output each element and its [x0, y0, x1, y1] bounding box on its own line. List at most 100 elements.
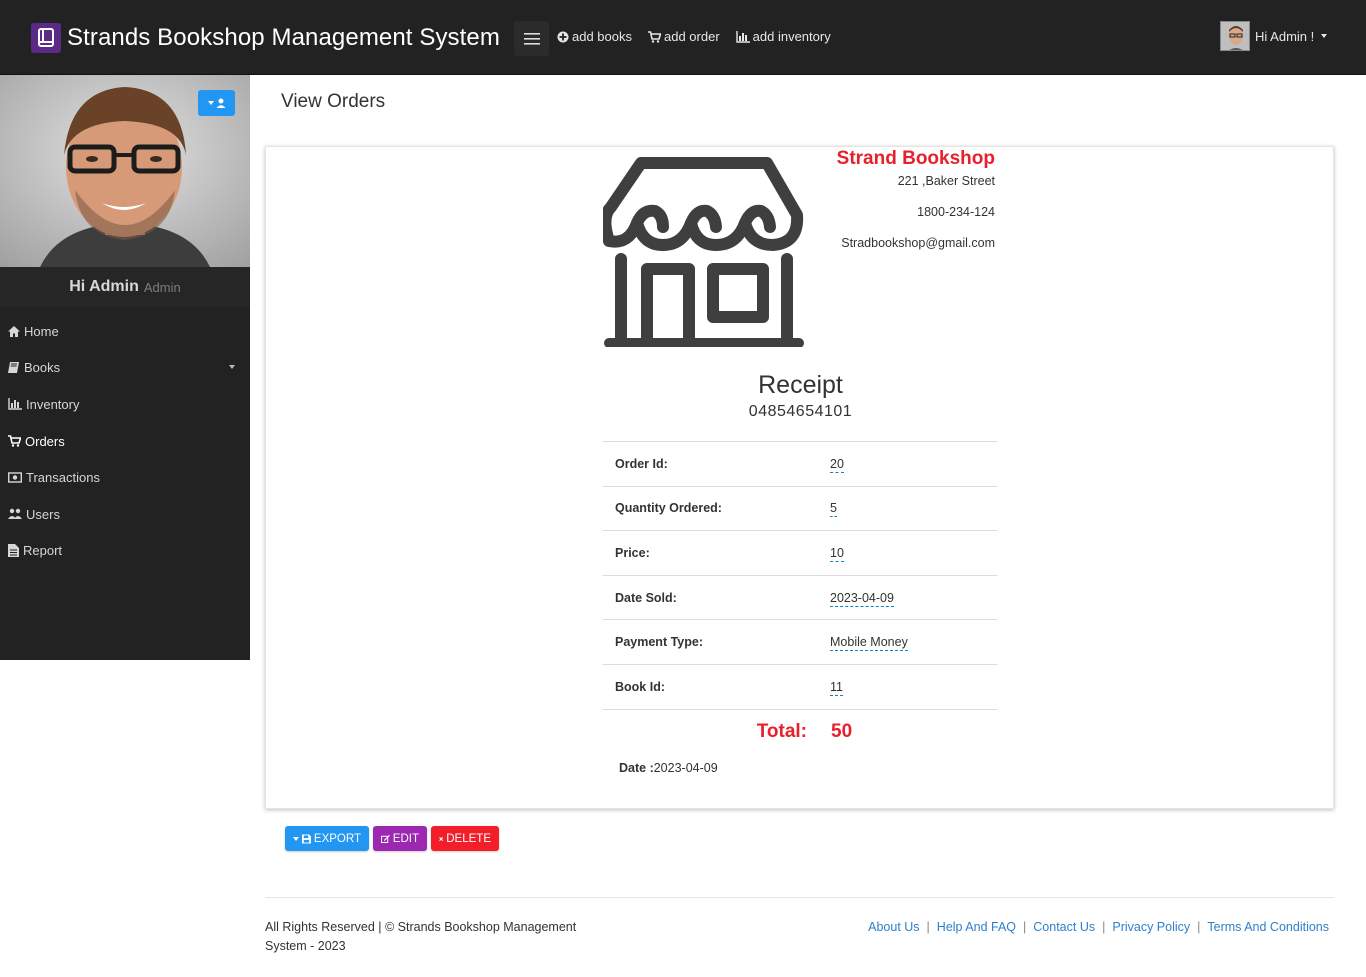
date-sold-label: Date Sold:: [615, 590, 677, 605]
chevron-down-icon: [1321, 34, 1328, 38]
nav-add-order[interactable]: add order: [648, 29, 720, 44]
sidebar-item-label: Report: [23, 543, 63, 559]
shop-email: Stradbookshop@gmail.com: [841, 236, 995, 250]
footer-separator: |: [1102, 920, 1106, 934]
sidebar-item-users[interactable]: Users: [0, 496, 250, 533]
footer-link-contact[interactable]: Contact Us: [1033, 918, 1095, 937]
price-value[interactable]: 10: [830, 545, 844, 562]
table-row: Quantity Ordered: 5: [603, 486, 997, 531]
order-details-table: Order Id: 20 Quantity Ordered: 5 Price: …: [603, 441, 997, 710]
top-navbar: Strands Bookshop Management System add b…: [0, 0, 1366, 75]
table-row: Date Sold: 2023-04-09: [603, 575, 997, 620]
footer-separator: |: [926, 920, 930, 934]
book-id-value[interactable]: 11: [830, 679, 843, 696]
sidebar-item-label: Users: [26, 506, 60, 522]
order-id-label: Order Id:: [615, 456, 668, 471]
nav-add-inventory[interactable]: add inventory: [735, 29, 831, 44]
footer-separator: |: [1023, 920, 1027, 934]
footer-link-about[interactable]: About Us: [868, 918, 919, 937]
shop-phone: 1800-234-124: [917, 205, 995, 219]
brand[interactable]: Strands Bookshop Management System: [31, 23, 500, 53]
receipt-card: Strand Bookshop 221 ,Baker Street 1800-2…: [265, 146, 1334, 809]
table-row: Price: 10: [603, 530, 997, 576]
nav-add-order-label: add order: [664, 29, 720, 44]
edit-icon: [381, 834, 390, 843]
nav-add-inventory-label: add inventory: [752, 29, 831, 44]
sidebar-item-home[interactable]: Home: [0, 313, 250, 350]
cart-icon: [648, 30, 661, 43]
user-greeting: Hi Admin !: [1255, 28, 1315, 44]
book-logo-icon: [31, 23, 61, 53]
footer-divider: [265, 897, 1334, 898]
home-icon: [8, 325, 20, 337]
sidebar-item-books[interactable]: Books: [0, 350, 250, 387]
profile-name: Hi Admin Admin: [0, 267, 250, 307]
money-icon: [8, 472, 22, 483]
caret-down-icon: [293, 836, 299, 841]
table-row: Order Id: 20: [603, 441, 997, 487]
receipt-date: Date :2023-04-09: [619, 761, 718, 775]
sidebar-item-inventory[interactable]: Inventory: [0, 386, 250, 423]
bar-chart-icon: [735, 30, 750, 43]
app-title: Strands Bookshop Management System: [67, 24, 500, 51]
profile-options-button[interactable]: [198, 90, 235, 116]
menu-toggle-button[interactable]: [514, 21, 549, 56]
payment-type-label: Payment Type:: [615, 635, 703, 650]
receipt-actions: EXPORT EDIT DELETE: [285, 826, 499, 851]
sidebar-item-label: Transactions: [26, 470, 100, 486]
payment-type-value[interactable]: Mobile Money: [830, 635, 908, 652]
receipt-date-label: Date :: [619, 761, 654, 775]
export-button[interactable]: EXPORT: [285, 826, 369, 851]
users-icon: [8, 509, 22, 520]
nav-add-books[interactable]: add books: [557, 29, 632, 44]
hamburger-icon: [523, 32, 540, 45]
footer-link-help[interactable]: Help And FAQ: [937, 918, 1016, 937]
price-label: Price:: [615, 545, 650, 560]
book-icon: [8, 361, 19, 373]
shop-name: Strand Bookshop: [836, 148, 995, 169]
nav-add-books-label: add books: [572, 29, 632, 44]
table-row: Book Id: 11: [603, 664, 997, 710]
footer-link-terms[interactable]: Terms And Conditions: [1207, 918, 1329, 937]
user-menu[interactable]: Hi Admin !: [1220, 21, 1328, 51]
cart-icon: [8, 435, 21, 447]
chevron-down-icon: [229, 364, 235, 369]
sidebar-item-label: Home: [24, 323, 59, 339]
footer-links: About Us | Help And FAQ | Contact Us | P…: [868, 918, 1329, 937]
store-icon: [603, 157, 804, 347]
total-value: 50: [831, 721, 853, 742]
sidebar-menu: Home Books Inventory Orders Transactions…: [0, 313, 250, 569]
sidebar-item-label: Orders: [25, 433, 65, 449]
delete-button[interactable]: DELETE: [431, 826, 499, 851]
footer-link-privacy[interactable]: Privacy Policy: [1112, 918, 1190, 937]
table-row: Payment Type: Mobile Money: [603, 619, 997, 665]
export-button-label: EXPORT: [313, 832, 361, 845]
footer-separator: |: [1197, 920, 1201, 934]
sidebar: Hi Admin Admin Home Books Inventory Orde…: [0, 75, 250, 660]
receipt-title: Receipt: [758, 371, 843, 399]
delete-button-label: DELETE: [446, 832, 491, 845]
sidebar-item-transactions[interactable]: Transactions: [0, 459, 250, 496]
avatar: [1220, 21, 1250, 51]
user-icon: [216, 98, 225, 108]
sidebar-item-label: Inventory: [26, 396, 80, 412]
bar-chart-icon: [8, 398, 22, 411]
total-row: Total: 50: [603, 721, 997, 751]
sidebar-item-label: Books: [24, 360, 61, 376]
plus-circle-icon: [557, 31, 569, 42]
page-title: View Orders: [281, 91, 386, 112]
footer-copyright: All Rights Reserved | © Strands Bookshop…: [265, 920, 577, 953]
sidebar-item-orders[interactable]: Orders: [0, 423, 250, 460]
shop-info: Strand Bookshop 221 ,Baker Street 1800-2…: [837, 147, 995, 250]
edit-button[interactable]: EDIT: [373, 826, 427, 851]
profile-photo: [0, 75, 250, 267]
date-sold-value[interactable]: 2023-04-09: [830, 590, 894, 607]
sidebar-item-report[interactable]: Report: [0, 533, 250, 570]
quantity-label: Quantity Ordered:: [615, 501, 722, 516]
quantity-value[interactable]: 5: [830, 501, 837, 518]
shop-address: 221 ,Baker Street: [897, 174, 995, 188]
top-nav-links: add books add order add inventory: [557, 29, 831, 44]
edit-button-label: EDIT: [392, 832, 419, 845]
caret-down-icon: [207, 101, 214, 105]
order-id-value[interactable]: 20: [830, 456, 844, 473]
